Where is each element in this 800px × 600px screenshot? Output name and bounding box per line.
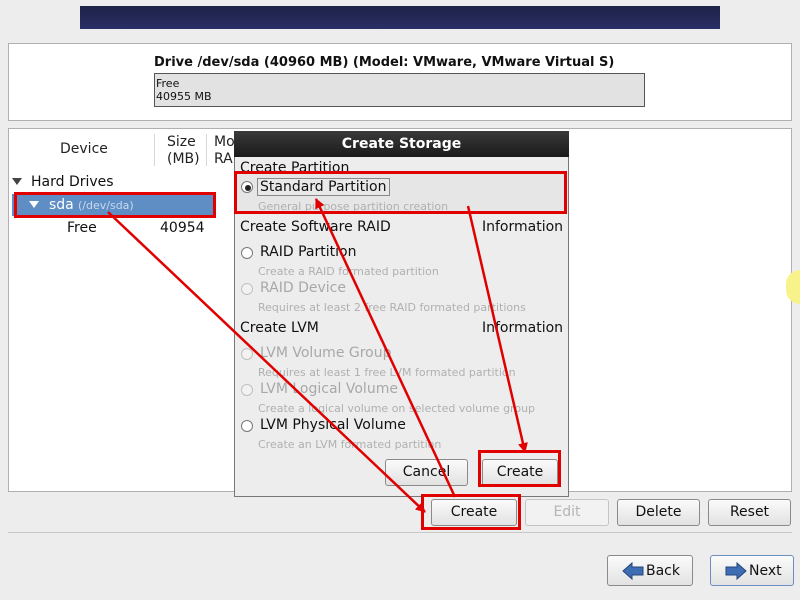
back-button[interactable]: Back	[607, 555, 693, 586]
annotation-box	[421, 494, 521, 530]
radio-lvm-physical-volume[interactable]	[241, 420, 253, 432]
expander-down-icon[interactable]	[12, 178, 22, 185]
dialog-cancel-button[interactable]: Cancel	[385, 459, 468, 486]
column-size-line2: (MB)	[167, 151, 200, 167]
back-button-label: Back	[646, 563, 680, 579]
next-button-label: Next	[749, 563, 782, 579]
section-create-raid: Create Software RAID	[240, 219, 391, 235]
raid-information-link[interactable]: Information	[482, 219, 563, 235]
raid-partition-label[interactable]: RAID Partition	[260, 244, 356, 260]
delete-partition-button[interactable]: Delete	[617, 499, 700, 526]
radio-raid-partition[interactable]	[241, 247, 253, 259]
raid-device-label[interactable]: RAID Device	[260, 280, 346, 296]
radio-lvm-volume-group[interactable]	[241, 348, 253, 360]
next-button[interactable]: Next	[710, 555, 794, 586]
drive-bar-size: 40955 MB	[156, 90, 212, 103]
annotation-box	[234, 171, 567, 214]
drive-free-space-bar[interactable]: Free 40955 MB	[154, 73, 645, 107]
radio-lvm-logical-volume[interactable]	[241, 384, 253, 396]
column-size-line1: Size	[167, 134, 196, 150]
section-create-lvm: Create LVM	[240, 320, 319, 336]
annotation-box	[478, 450, 561, 487]
lvm-physical-volume-desc: Create an LVM formated partition	[258, 438, 442, 451]
tree-free-label[interactable]: Free	[67, 220, 97, 236]
lvm-logical-volume-desc: Create a logical volume on selected volu…	[258, 402, 536, 415]
column-device[interactable]: Device	[60, 141, 108, 158]
next-arrow-icon	[725, 562, 747, 580]
header-banner	[80, 6, 720, 29]
dialog-title: Create Storage	[234, 131, 569, 157]
lvm-volume-group-desc: Requires at least 1 free LVM formated pa…	[258, 366, 516, 379]
lvm-physical-volume-label[interactable]: LVM Physical Volume	[260, 417, 406, 433]
column-size[interactable]: Size (MB)	[167, 134, 200, 168]
column-separator	[206, 134, 207, 166]
tree-group-hard-drives[interactable]: Hard Drives	[31, 174, 114, 190]
lvm-logical-volume-label[interactable]: LVM Logical Volume	[260, 381, 398, 397]
divider	[8, 532, 792, 533]
reset-button[interactable]: Reset	[708, 499, 791, 526]
drive-bar-label: Free	[156, 77, 180, 90]
tree-free-size: 40954	[160, 220, 205, 236]
radio-raid-device[interactable]	[241, 283, 253, 295]
lvm-volume-group-label[interactable]: LVM Volume Group	[260, 345, 392, 361]
lvm-information-link[interactable]: Information	[482, 320, 563, 336]
edit-partition-button[interactable]: Edit	[525, 499, 609, 526]
raid-device-desc: Requires at least 2 free RAID formated p…	[258, 301, 526, 314]
column-separator	[154, 134, 155, 166]
back-arrow-icon	[622, 562, 644, 580]
drive-title: Drive /dev/sda (40960 MB) (Model: VMware…	[154, 55, 615, 70]
raid-partition-desc: Create a RAID formated partition	[258, 265, 439, 278]
annotation-box	[14, 192, 216, 218]
